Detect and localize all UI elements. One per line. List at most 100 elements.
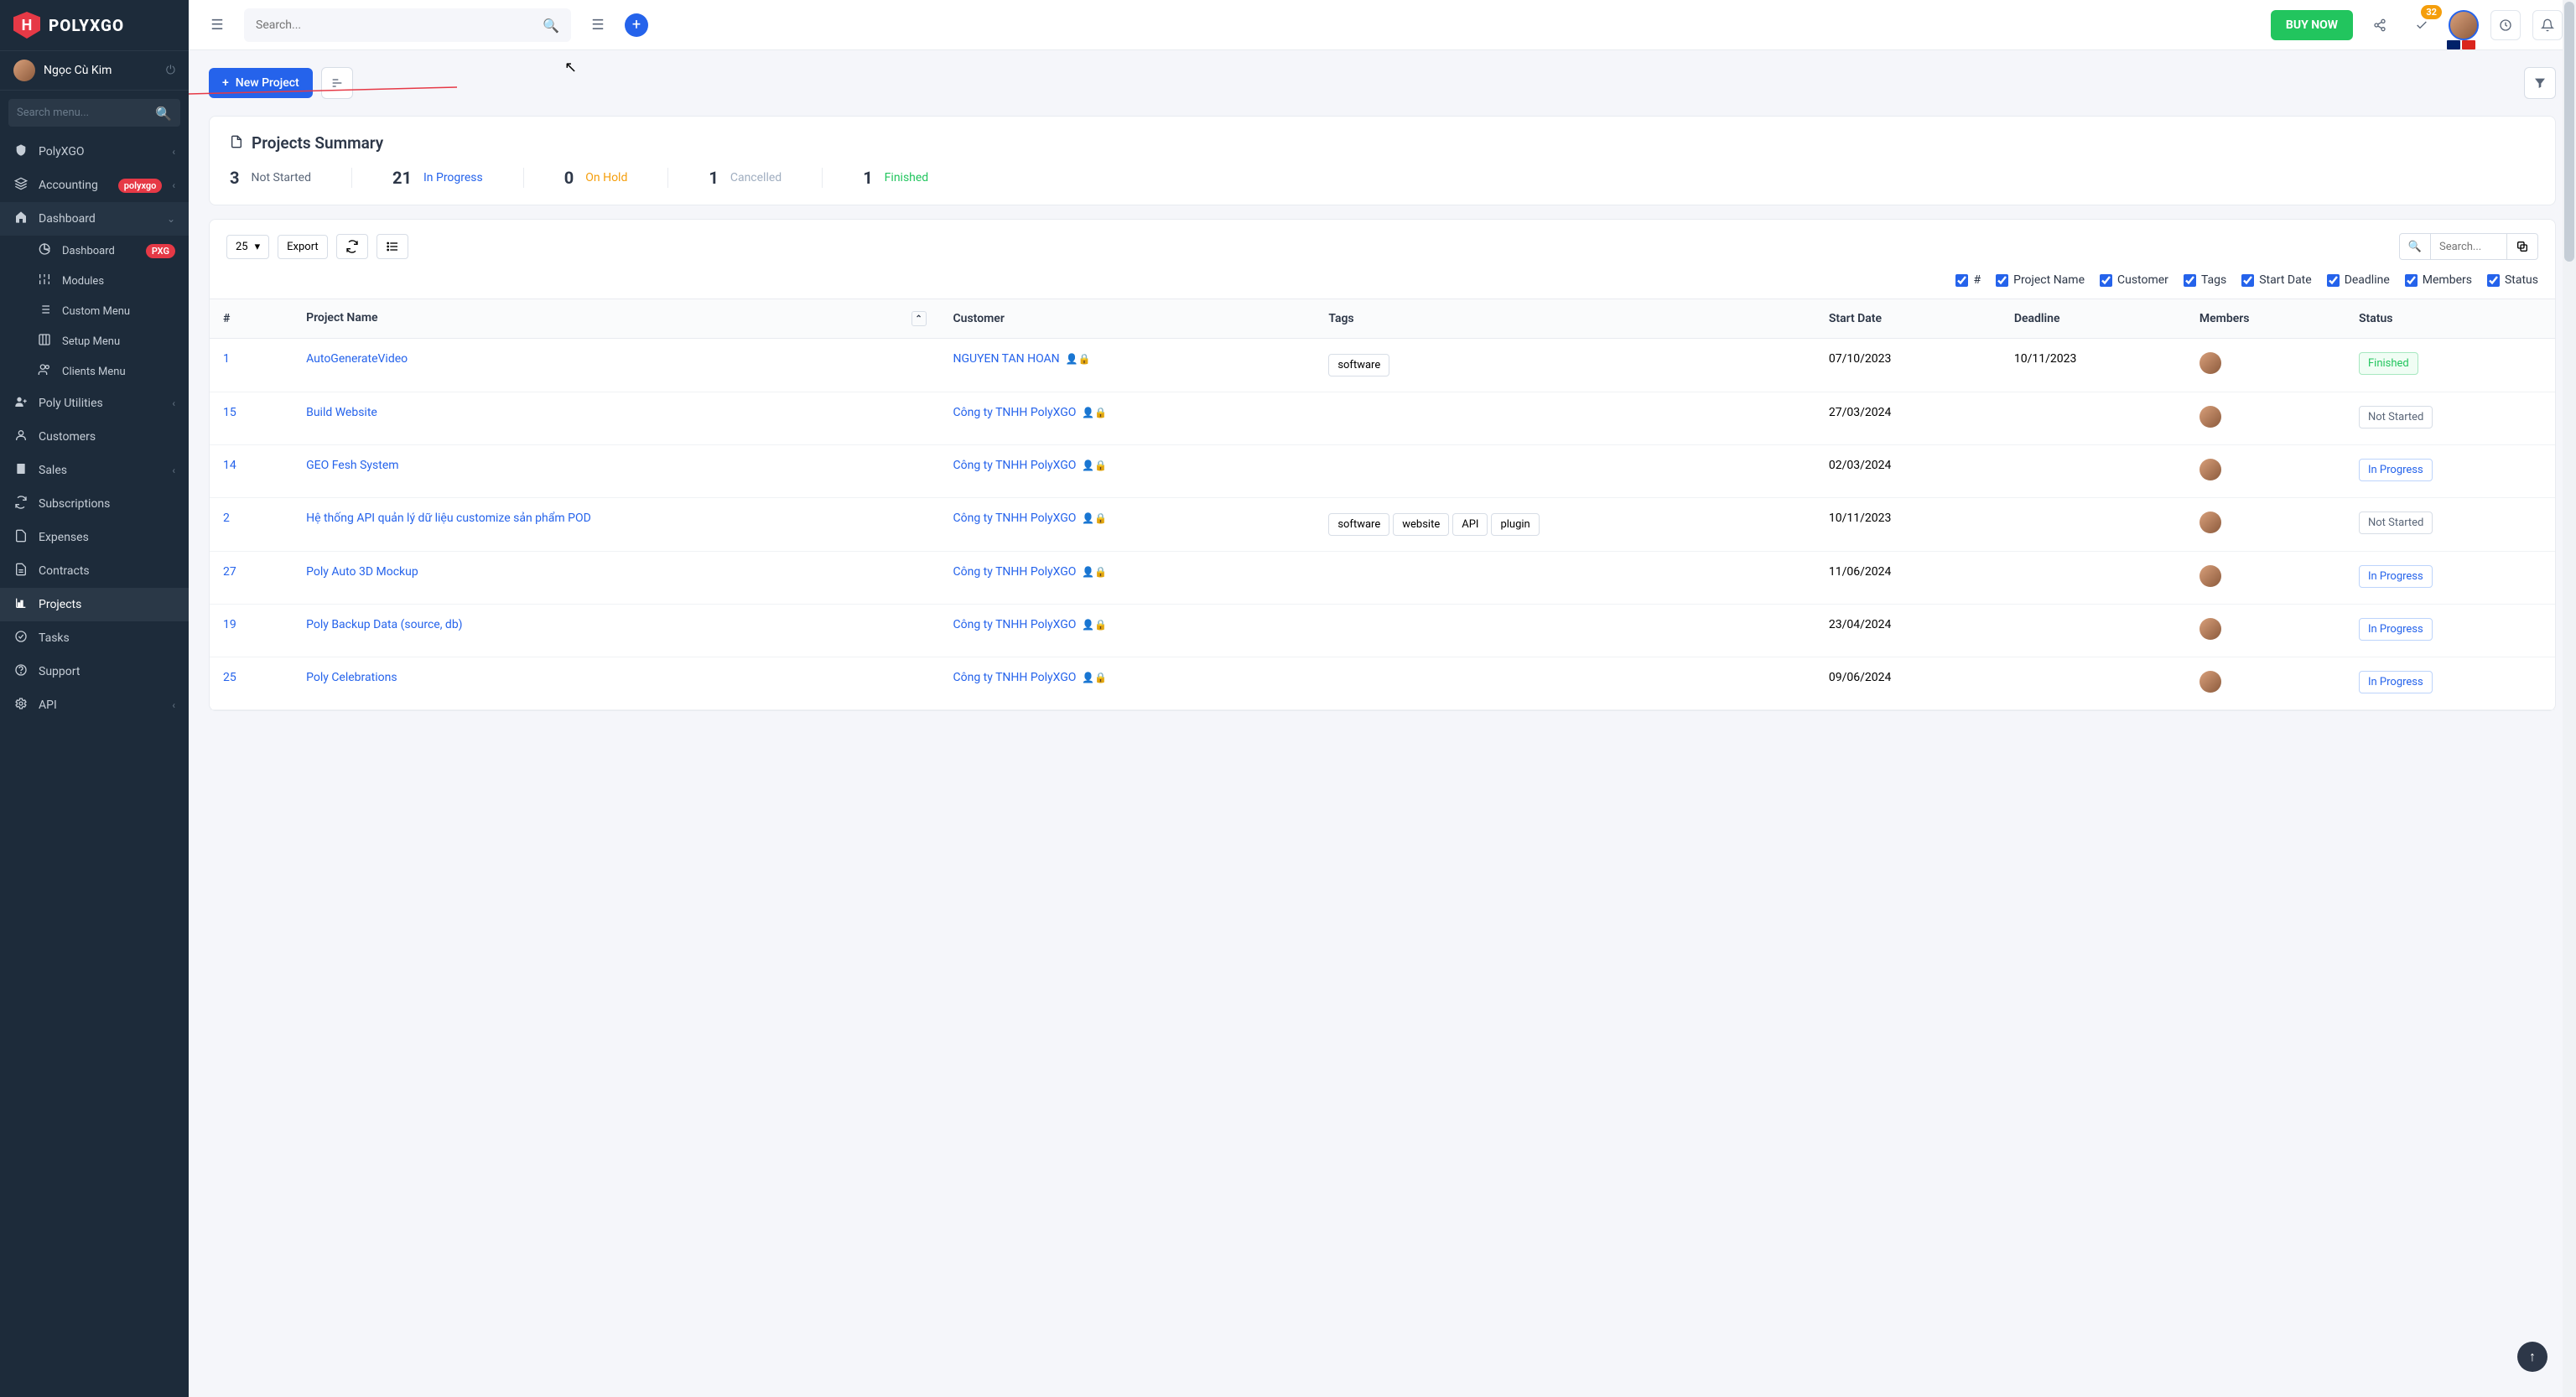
customer-link[interactable]: Công ty TNHH PolyXGO (953, 406, 1077, 419)
column-header[interactable]: Project Name⌃ (293, 299, 939, 339)
gantt-view-button[interactable] (321, 67, 353, 99)
contact-icons[interactable]: 👤🔒 (1079, 619, 1107, 631)
customer-link[interactable]: NGUYEN TAN HOAN (953, 352, 1060, 366)
add-button[interactable]: + (625, 13, 648, 37)
row-number[interactable]: 19 (223, 618, 236, 631)
page-size-select[interactable]: 25 ▾ (226, 235, 269, 259)
sidebar-item-polyxgo[interactable]: PolyXGO ‹ (0, 135, 189, 169)
sidebar-subitem-dashboard[interactable]: Dashboard PXG (23, 236, 189, 266)
summary-on-hold[interactable]: 0On Hold (564, 168, 669, 188)
project-name-link[interactable]: Hệ thống API quản lý dữ liệu customize s… (306, 512, 591, 525)
sort-icon[interactable]: ⌃ (911, 311, 927, 326)
status-badge[interactable]: Not Started (2359, 406, 2433, 428)
tag[interactable]: API (1452, 513, 1488, 536)
hamburger-icon[interactable]: ☰ (583, 10, 613, 40)
scrollbar[interactable] (2563, 0, 2576, 1397)
column-header[interactable]: Members (2186, 299, 2345, 339)
column-toggle-status[interactable]: Status (2487, 273, 2538, 287)
column-header[interactable]: Start Date (1815, 299, 2001, 339)
column-header[interactable]: Customer (940, 299, 1316, 339)
sidebar-item-projects[interactable]: Projects (0, 588, 189, 621)
tag[interactable]: software (1328, 354, 1389, 377)
row-number[interactable]: 2 (223, 512, 230, 525)
column-header[interactable]: # (210, 299, 293, 339)
sidebar-subitem-clients-menu[interactable]: Clients Menu (23, 356, 189, 387)
status-badge[interactable]: In Progress (2359, 618, 2433, 641)
column-header[interactable]: Deadline (2001, 299, 2186, 339)
project-name-link[interactable]: Poly Celebrations (306, 671, 397, 684)
summary-not-started[interactable]: 3Not Started (230, 168, 352, 188)
user-avatar[interactable] (2449, 10, 2479, 40)
member-avatar[interactable] (2199, 671, 2221, 693)
power-icon[interactable]: ⏻ (166, 64, 175, 77)
project-name-link[interactable]: Build Website (306, 406, 377, 419)
sidebar-item-tasks[interactable]: Tasks (0, 621, 189, 655)
list-view-button[interactable] (377, 234, 408, 259)
bell-icon[interactable] (2532, 10, 2563, 40)
column-header[interactable]: Tags (1315, 299, 1815, 339)
contact-icons[interactable]: 👤🔒 (1079, 460, 1107, 471)
column-toggle--[interactable]: # (1955, 273, 1981, 287)
project-name-link[interactable]: AutoGenerateVideo (306, 352, 408, 366)
filter-button[interactable] (2524, 67, 2556, 99)
sidebar-item-api[interactable]: API ‹ (0, 688, 189, 722)
column-header[interactable]: Status (2345, 299, 2555, 339)
sidebar-item-accounting[interactable]: Accounting polyxgo ‹ (0, 169, 189, 202)
column-toggle-customer[interactable]: Customer (2100, 273, 2168, 287)
new-project-button[interactable]: + New Project (209, 68, 313, 98)
contact-icons[interactable]: 👤🔒 (1079, 407, 1107, 418)
row-number[interactable]: 1 (223, 352, 230, 366)
member-avatar[interactable] (2199, 512, 2221, 533)
menu-toggle-icon[interactable]: ☰ (202, 10, 232, 40)
customer-link[interactable]: Công ty TNHH PolyXGO (953, 618, 1077, 631)
customer-link[interactable]: Công ty TNHH PolyXGO (953, 671, 1077, 684)
column-toggle-tags[interactable]: Tags (2184, 273, 2226, 287)
sidebar-item-contracts[interactable]: Contracts (0, 554, 189, 588)
search-input[interactable] (244, 8, 571, 42)
buy-now-button[interactable]: BUY NOW (2271, 10, 2353, 40)
sidebar-subitem-custom-menu[interactable]: Custom Menu (23, 296, 189, 326)
row-number[interactable]: 27 (223, 565, 236, 579)
summary-finished[interactable]: 1Finished (863, 168, 969, 188)
contact-icons[interactable]: 👤🔒 (1079, 566, 1107, 578)
column-toggle-members[interactable]: Members (2405, 273, 2472, 287)
member-avatar[interactable] (2199, 565, 2221, 587)
summary-cancelled[interactable]: 1Cancelled (709, 168, 823, 188)
language-flags[interactable] (2447, 40, 2475, 49)
share-icon[interactable] (2365, 10, 2395, 40)
sidebar-subitem-setup-menu[interactable]: Setup Menu (23, 326, 189, 356)
logo[interactable]: H POLYXGO (0, 0, 189, 50)
sidebar-item-customers[interactable]: Customers (0, 420, 189, 454)
contact-icons[interactable]: 👤🔒 (1079, 672, 1107, 683)
contact-icons[interactable]: 👤🔒 (1079, 512, 1107, 524)
tag[interactable]: software (1328, 513, 1389, 536)
export-button[interactable]: Export (278, 235, 328, 259)
customer-link[interactable]: Công ty TNHH PolyXGO (953, 459, 1077, 472)
tag[interactable]: website (1393, 513, 1449, 536)
status-badge[interactable]: Not Started (2359, 512, 2433, 534)
search-icon[interactable]: 🔍 (2400, 234, 2431, 259)
customer-link[interactable]: Công ty TNHH PolyXGO (953, 512, 1077, 525)
column-toggle-deadline[interactable]: Deadline (2327, 273, 2390, 287)
sidebar-item-dashboard[interactable]: Dashboard ⌄ (0, 202, 189, 236)
row-number[interactable]: 14 (223, 459, 236, 472)
project-name-link[interactable]: Poly Backup Data (source, db) (306, 618, 462, 631)
column-toggle-project-name[interactable]: Project Name (1996, 273, 2085, 287)
copy-icon[interactable] (2507, 234, 2537, 259)
sidebar-item-poly-utilities[interactable]: Poly Utilities ‹ (0, 387, 189, 420)
summary-in-progress[interactable]: 21In Progress (392, 168, 524, 188)
member-avatar[interactable] (2199, 618, 2221, 640)
member-avatar[interactable] (2199, 406, 2221, 428)
member-avatar[interactable] (2199, 352, 2221, 374)
sidebar-subitem-modules[interactable]: Modules (23, 266, 189, 296)
row-number[interactable]: 15 (223, 406, 236, 419)
status-badge[interactable]: Finished (2359, 352, 2418, 375)
member-avatar[interactable] (2199, 459, 2221, 480)
clock-icon[interactable] (2490, 10, 2521, 40)
column-toggle-start-date[interactable]: Start Date (2241, 273, 2311, 287)
customer-link[interactable]: Công ty TNHH PolyXGO (953, 565, 1077, 579)
status-badge[interactable]: In Progress (2359, 565, 2433, 588)
table-search-input[interactable] (2439, 241, 2498, 253)
sidebar-item-support[interactable]: Support (0, 655, 189, 688)
project-name-link[interactable]: GEO Fesh System (306, 459, 398, 472)
